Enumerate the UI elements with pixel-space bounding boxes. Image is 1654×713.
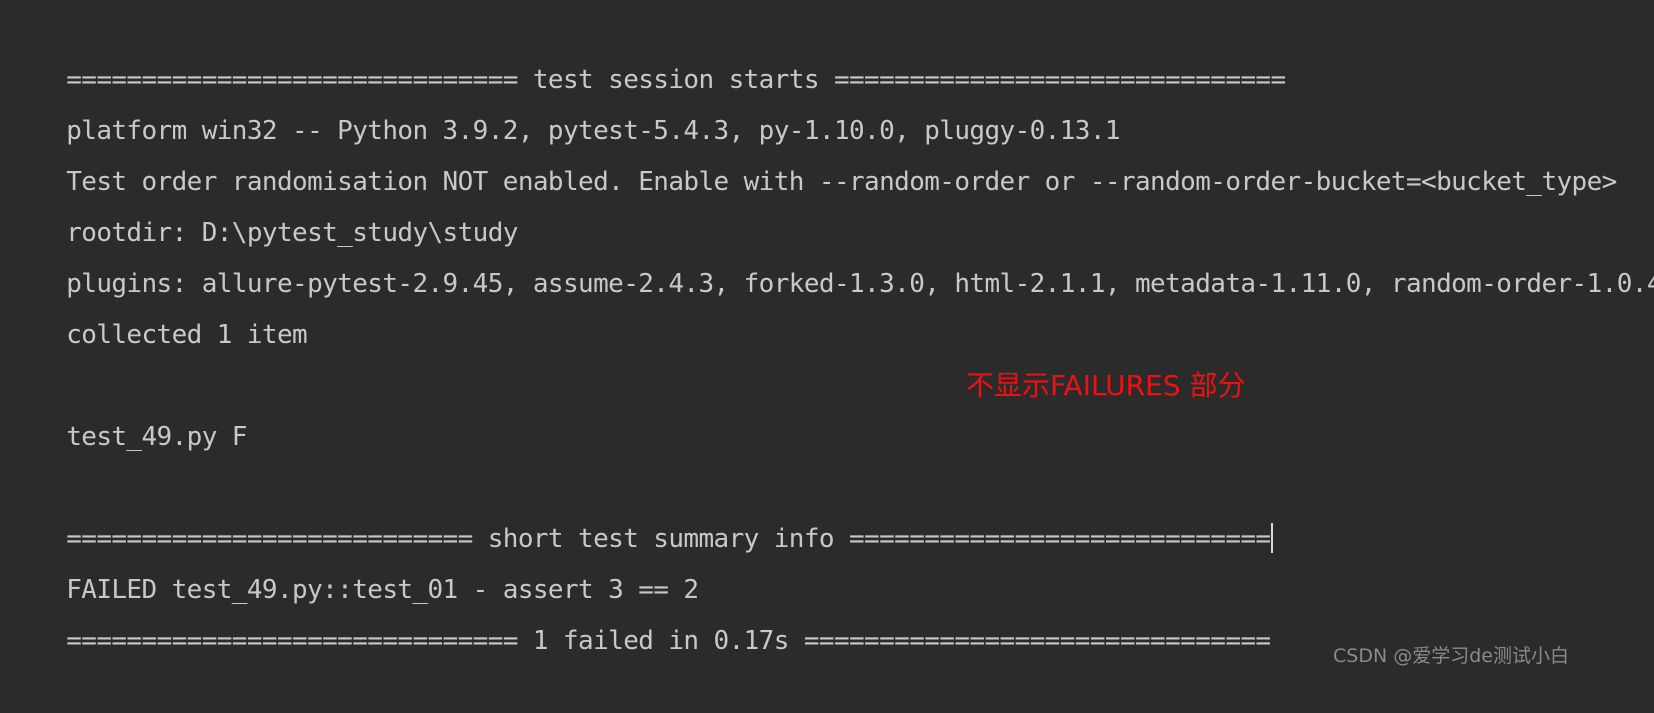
csdn-watermark: CSDN @爱学习de测试小白 xyxy=(1333,645,1569,667)
terminal-line-summary-header: =========================== short test s… xyxy=(0,463,1654,554)
result-text: ============================== 1 failed … xyxy=(66,626,1271,656)
terminal-line-plugins: plugins: allure-pytest-2.9.45, assume-2.… xyxy=(0,208,1654,299)
terminal-line-result: ============================== 1 failed … xyxy=(0,565,1654,656)
terminal-line-blank-2 xyxy=(0,412,1654,463)
red-annotation-label: 不显示FAILURES 部分 xyxy=(966,369,1246,402)
terminal-line-platform: platform win32 -- Python 3.9.2, pytest-5… xyxy=(0,55,1654,146)
terminal-line-rootdir: rootdir: D:\pytest_study\study xyxy=(0,157,1654,248)
terminal-line-random-order: Test order randomisation NOT enabled. En… xyxy=(0,106,1654,197)
terminal-line-collected: collected 1 item xyxy=(0,259,1654,350)
terminal-line-test-progress: test_49.py F xyxy=(0,361,1654,452)
terminal-line-blank-1 xyxy=(0,310,1654,361)
terminal-line-session-header: ============================== test sess… xyxy=(0,4,1654,95)
terminal-line-failed: FAILED test_49.py::test_01 - assert 3 ==… xyxy=(0,514,1654,605)
terminal-output-pane[interactable]: ============================== test sess… xyxy=(0,0,1654,713)
